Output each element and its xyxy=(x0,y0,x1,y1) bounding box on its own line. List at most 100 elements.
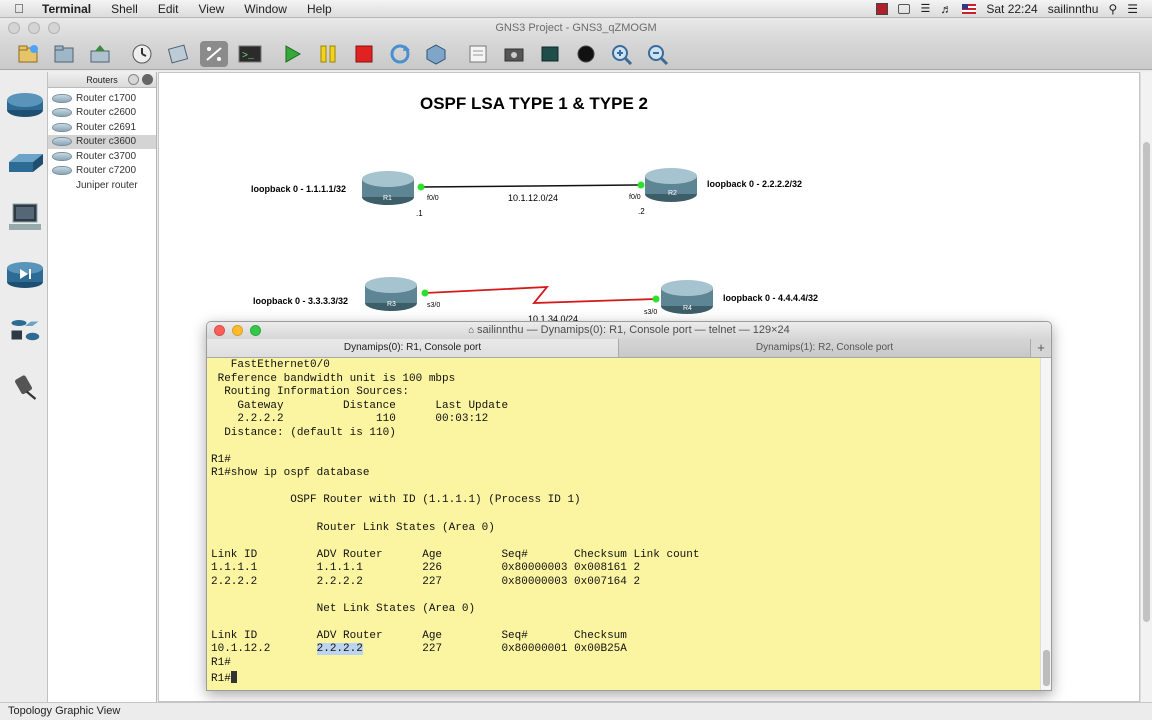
console-icon[interactable]: >_ xyxy=(236,41,264,67)
flag-us-icon[interactable] xyxy=(962,3,977,14)
link-r3-r4[interactable] xyxy=(424,286,657,304)
link-r1-r2[interactable] xyxy=(420,184,642,188)
link-icon[interactable] xyxy=(164,41,192,67)
r2-name: R2 xyxy=(668,190,677,197)
terminal-scrollbar[interactable] xyxy=(1040,358,1051,690)
terminal-line: Gateway Distance Last Update xyxy=(211,399,509,412)
wifi-icon[interactable]: ☰ xyxy=(920,2,930,15)
menu-clock[interactable]: Sat 22:24 xyxy=(986,2,1037,16)
menu-view[interactable]: View xyxy=(189,2,235,16)
end-device-category-icon[interactable] xyxy=(5,202,45,232)
capture-icon[interactable] xyxy=(200,40,228,67)
status-text: Topology Graphic View xyxy=(8,705,121,717)
juniper-icon xyxy=(52,181,72,190)
all-devices-category-icon[interactable] xyxy=(5,317,45,347)
new-project-icon[interactable] xyxy=(14,41,42,67)
open-project-icon[interactable] xyxy=(50,41,78,67)
note-icon[interactable] xyxy=(464,41,492,67)
router-list-item[interactable]: Router c2600 xyxy=(48,106,156,121)
menu-shell[interactable]: Shell xyxy=(101,2,148,16)
router-list-item[interactable]: Router c2691 xyxy=(48,120,156,135)
reload-icon[interactable] xyxy=(386,41,414,67)
menu-help[interactable]: Help xyxy=(297,2,342,16)
start-icon[interactable] xyxy=(278,41,306,67)
r3-port-label: s3/0 xyxy=(427,302,440,309)
terminal-line: 2.2.2.2 110 00:03:12 xyxy=(211,413,489,426)
router-list-label: Router c3600 xyxy=(76,136,137,148)
security-category-icon[interactable] xyxy=(5,260,45,290)
router-list-item[interactable]: Router c3700 xyxy=(48,149,156,164)
zoom-in-icon[interactable] xyxy=(608,41,636,67)
airplay-icon[interactable] xyxy=(898,3,911,14)
terminal-zoom-button[interactable] xyxy=(250,325,261,336)
zoom-button[interactable] xyxy=(48,22,60,34)
flag-icon[interactable] xyxy=(876,2,889,15)
volume-icon[interactable]: ♬ xyxy=(940,2,952,16)
terminal-line: 10.1.12.2 xyxy=(211,643,317,656)
cable-icon[interactable] xyxy=(5,372,45,402)
topology-title: OSPF LSA TYPE 1 & TYPE 2 xyxy=(420,94,648,113)
terminal-line: Link ID ADV Router Age Seq# Checksum Lin… xyxy=(211,548,700,561)
router-r1[interactable]: R1 xyxy=(362,171,414,205)
router-icon xyxy=(52,122,72,132)
float-panel-icon[interactable] xyxy=(128,74,139,85)
menu-bar:  Terminal Shell Edit View Window Help ☰… xyxy=(0,0,1152,18)
terminal-tab-r1[interactable]: Dynamips(0): R1, Console port xyxy=(207,339,619,357)
routers-panel-header: Routers xyxy=(48,72,156,88)
close-button[interactable] xyxy=(8,22,20,34)
terminal-line: FastEthernet0/0 xyxy=(211,359,330,371)
save-project-icon[interactable] xyxy=(86,41,114,67)
rectangle-icon[interactable] xyxy=(536,41,564,67)
router-r4[interactable]: R4 xyxy=(661,280,713,314)
router-category-icon[interactable] xyxy=(5,90,45,120)
routers-panel-title: Routers xyxy=(86,75,118,85)
terminal-line: Distance: (default is 110) xyxy=(211,426,396,439)
toolbar: >_ xyxy=(0,38,1152,70)
terminal-window[interactable]: ⌂ sailinnthu — Dynamips(0): R1, Console … xyxy=(206,321,1052,691)
menu-window[interactable]: Window xyxy=(234,2,297,16)
menu-edit[interactable]: Edit xyxy=(148,2,189,16)
snapshot-icon[interactable] xyxy=(128,41,156,67)
terminal-minimize-button[interactable] xyxy=(232,325,243,336)
router-icon xyxy=(52,108,72,118)
canvas-vertical-scrollbar[interactable] xyxy=(1140,72,1152,702)
port-status-icon xyxy=(637,181,645,189)
new-tab-button[interactable]: + xyxy=(1031,339,1051,357)
r1-loopback-label: loopback 0 - 1.1.1.1/32 xyxy=(251,184,346,194)
terminal-scrollbar-thumb[interactable] xyxy=(1043,650,1050,686)
r2-loopback-label: loopback 0 - 2.2.2.2/32 xyxy=(707,179,802,189)
virtualbox-icon[interactable] xyxy=(422,41,450,67)
terminal-tab-r2[interactable]: Dynamips(1): R2, Console port xyxy=(619,339,1031,357)
terminal-output[interactable]: FastEthernet0/0 Reference bandwidth unit… xyxy=(207,359,1051,686)
terminal-prompt: R1# xyxy=(211,672,231,685)
switch-category-icon[interactable] xyxy=(5,148,45,178)
router-r3[interactable]: R3 xyxy=(365,277,417,311)
minimize-button[interactable] xyxy=(28,22,40,34)
ellipse-icon[interactable] xyxy=(572,41,600,67)
terminal-line: 1.1.1.1 1.1.1.1 226 0x80000003 0x008161 … xyxy=(211,562,641,575)
stop-icon[interactable] xyxy=(350,41,378,67)
routers-panel: Routers Router c1700 Router c2600 Router… xyxy=(48,72,157,702)
search-icon[interactable]: ⚲ xyxy=(1108,2,1117,16)
router-r2[interactable]: R2 xyxy=(645,168,697,202)
r4-loopback-label: loopback 0 - 4.4.4.4/32 xyxy=(723,293,818,303)
router-list-item[interactable]: Router c7200 xyxy=(48,164,156,179)
menu-user[interactable]: sailinnthu xyxy=(1048,2,1099,16)
terminal-close-button[interactable] xyxy=(214,325,225,336)
menu-app-terminal[interactable]: Terminal xyxy=(38,2,101,16)
router-list-item[interactable]: Juniper router xyxy=(48,178,156,193)
r2-port-label: f0/0 xyxy=(629,194,641,201)
port-status-icon xyxy=(421,289,429,297)
pause-icon[interactable] xyxy=(314,41,342,67)
apple-icon[interactable]:  xyxy=(0,1,38,16)
router-icon xyxy=(52,151,72,161)
close-panel-icon[interactable] xyxy=(142,74,153,85)
screenshot-icon[interactable] xyxy=(500,41,528,67)
router-list-item[interactable]: Router c1700 xyxy=(48,91,156,106)
terminal-line: Link ID ADV Router Age Seq# Checksum xyxy=(211,629,627,642)
scrollbar-thumb[interactable] xyxy=(1143,142,1150,622)
device-dock xyxy=(0,72,48,702)
zoom-out-icon[interactable] xyxy=(644,41,672,67)
list-icon[interactable]: ☰ xyxy=(1127,2,1138,16)
router-list-item-selected[interactable]: Router c3600 xyxy=(48,134,156,149)
